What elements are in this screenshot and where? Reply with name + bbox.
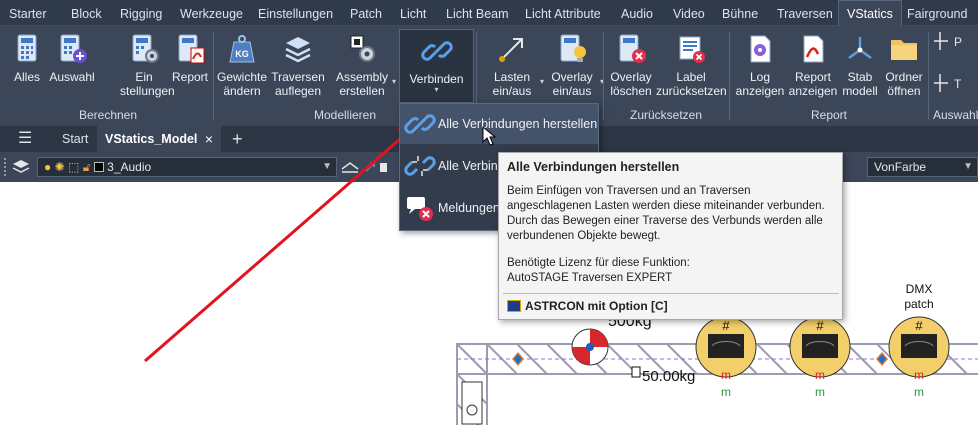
messages-delete-icon <box>407 197 433 221</box>
tooltip-body: Beim Einfügen von Traversen und an Trave… <box>507 185 825 242</box>
astrcon-icon <box>507 300 521 312</box>
tooltip-title: Alle Verbindungen herstellen <box>507 160 680 174</box>
link-icon <box>404 114 436 134</box>
tooltip-footer: ASTRCON mit Option [C] <box>507 299 668 313</box>
tooltip: Alle Verbindungen herstellen Beim Einfüg… <box>498 152 843 320</box>
menu-item-label: Alle Verbindungen herstellen <box>438 117 598 131</box>
mouse-cursor-icon <box>482 126 496 146</box>
tooltip-footer-text: ASTRCON mit Option [C] <box>525 299 668 313</box>
tooltip-license: Benötigte Lizenz für diese Funktion: Aut… <box>507 257 690 284</box>
menu-item-label: Meldungen <box>438 201 500 215</box>
menu-item-alle-verbindungen-herstellen[interactable]: Alle Verbindungen herstellen <box>400 104 598 144</box>
tooltip-divider <box>503 293 839 294</box>
unlink-icon <box>404 156 436 176</box>
